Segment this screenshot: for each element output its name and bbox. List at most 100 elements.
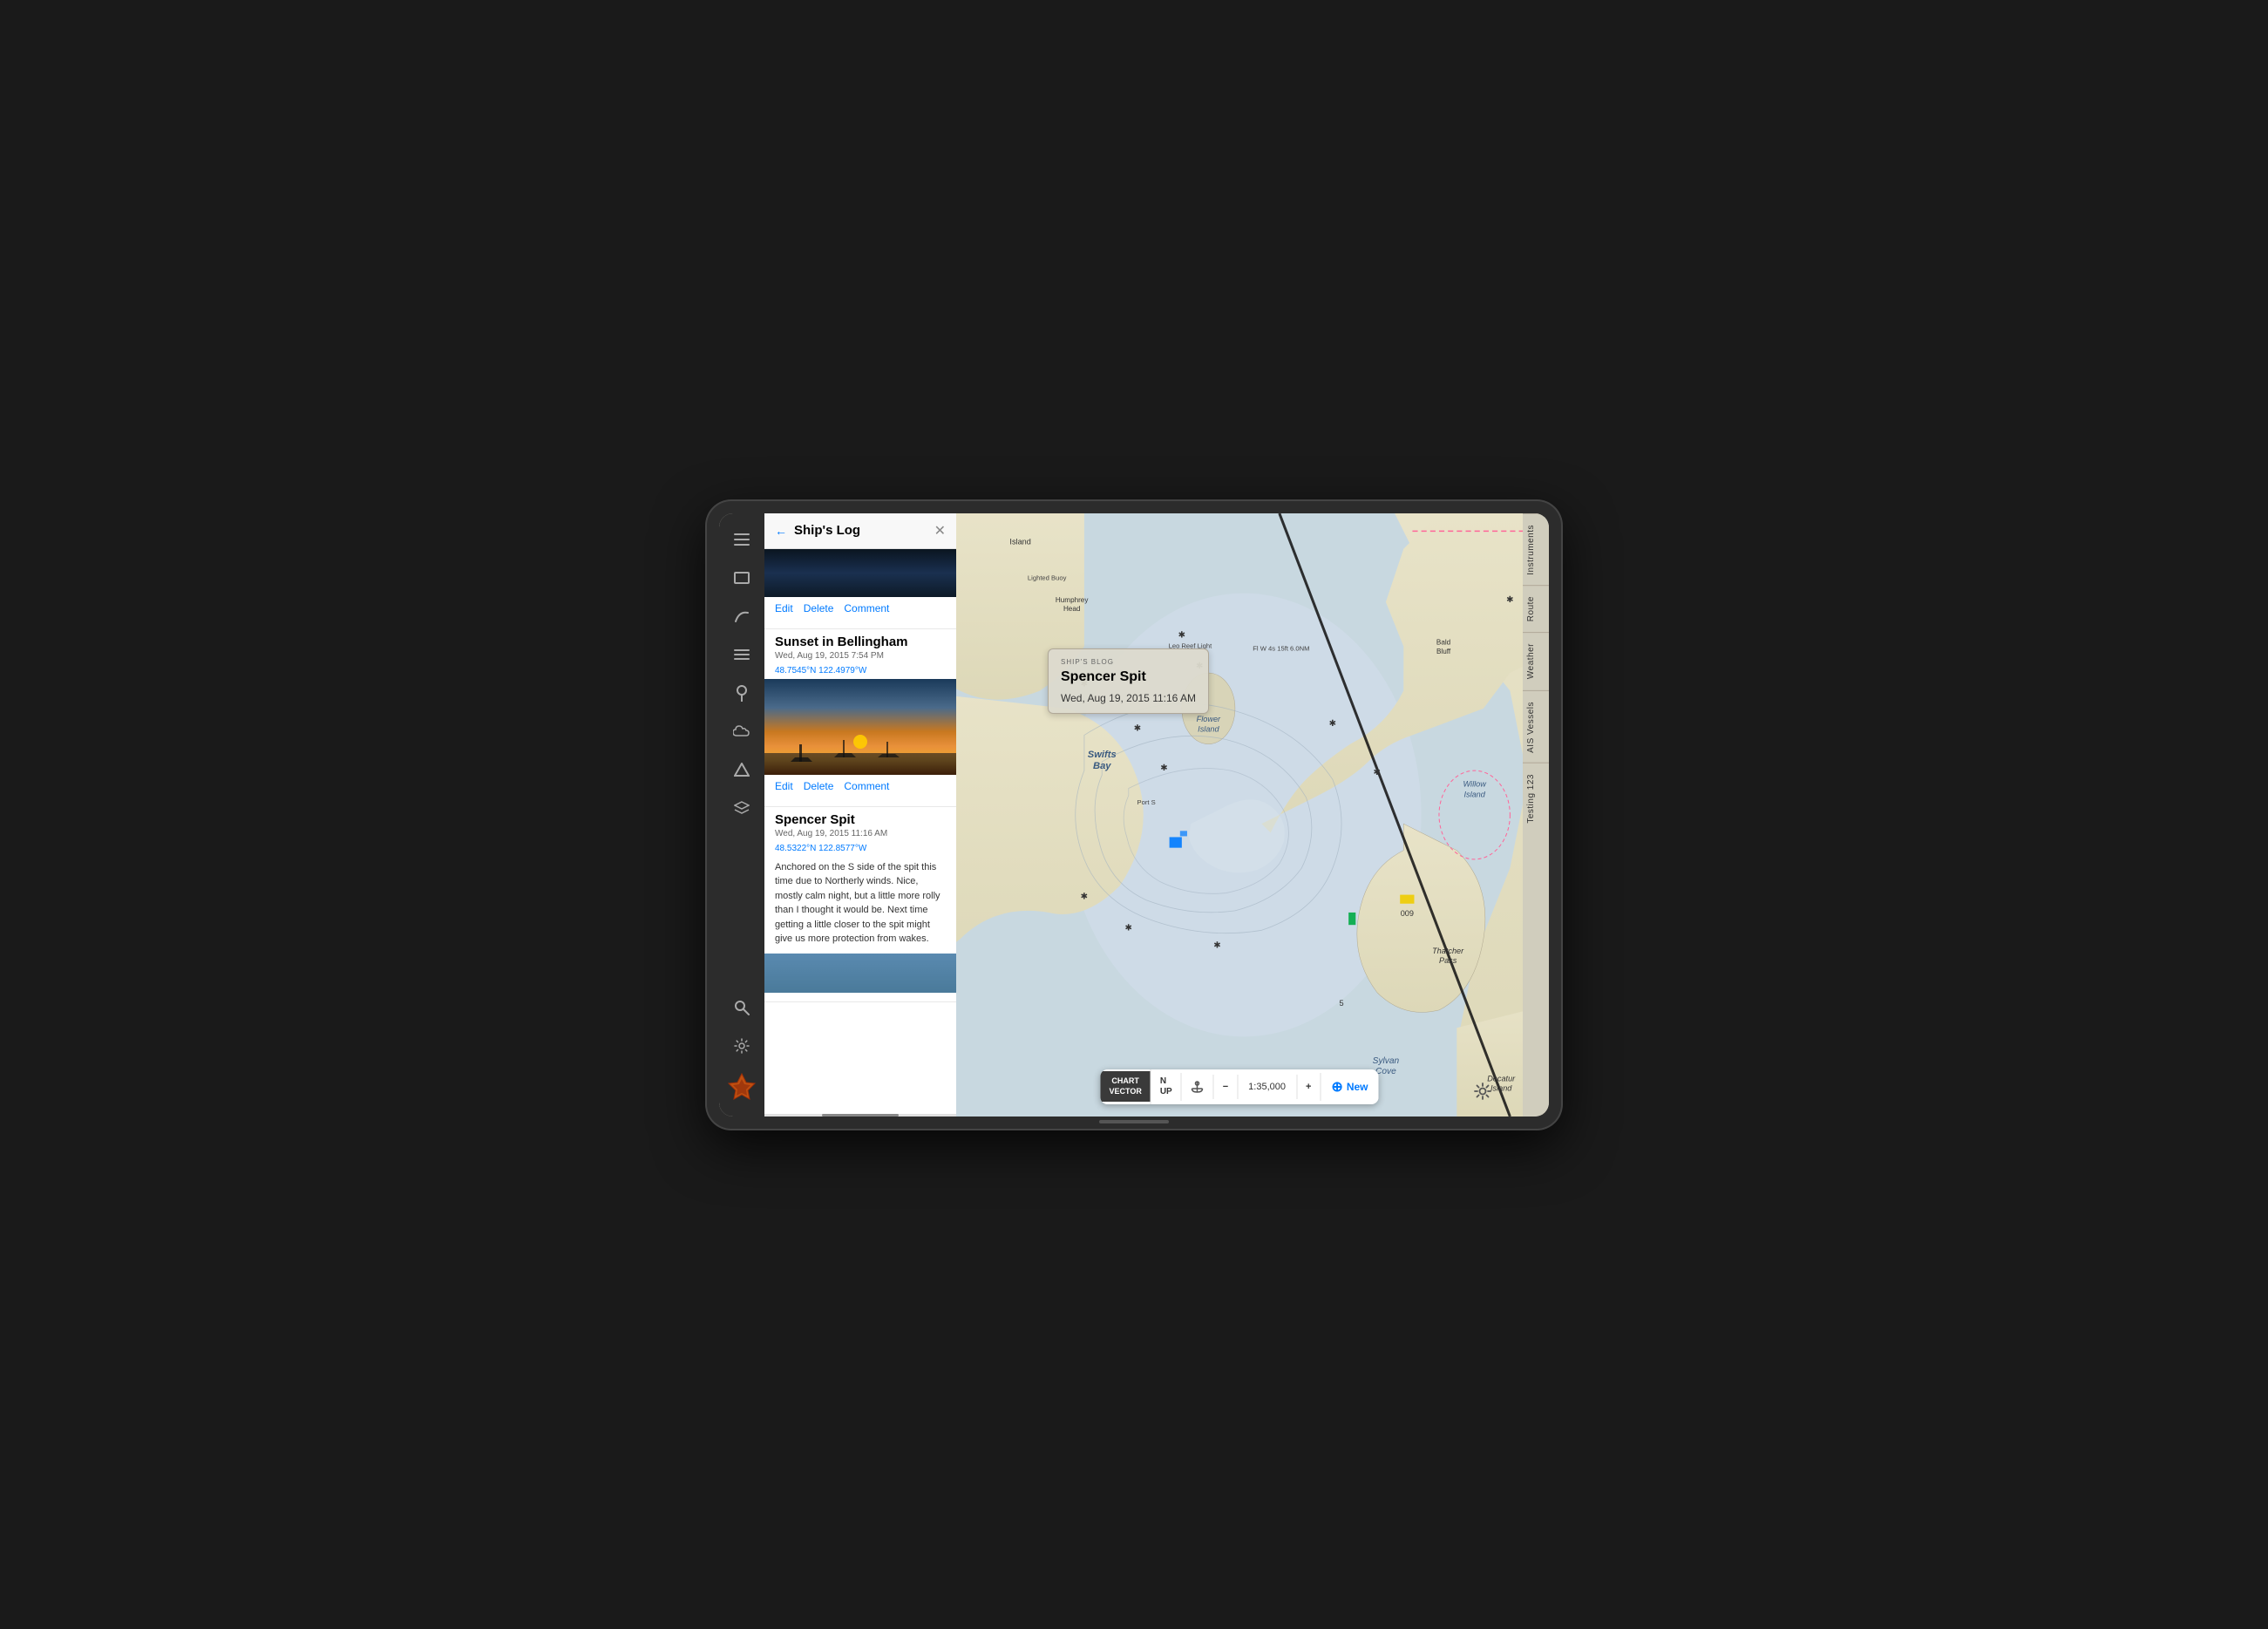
entry-2-image <box>764 679 956 775</box>
svg-text:✱: ✱ <box>1178 630 1186 640</box>
popup-date: Wed, Aug 19, 2015 11:16 AM <box>1061 692 1196 704</box>
north-up-label: N UP <box>1160 1076 1172 1097</box>
entry-3-text: Anchored on the S side of the spit this … <box>764 857 956 954</box>
entry-2-date: Wed, Aug 19, 2015 7:54 PM <box>775 651 884 661</box>
svg-text:Flower: Flower <box>1197 715 1221 723</box>
entry-2-coords: 48.7545°N 122.4979°W <box>775 666 866 675</box>
svg-text:Willow: Willow <box>1463 779 1488 788</box>
search-icon[interactable] <box>726 992 757 1023</box>
menu-icon[interactable] <box>726 524 757 555</box>
back-button[interactable]: ← <box>775 524 787 538</box>
svg-text:5: 5 <box>1339 998 1343 1007</box>
entry-2-meta: Wed, Aug 19, 2015 7:54 PM 48.7545°N 122.… <box>764 651 956 679</box>
popup-title: Spencer Spit <box>1061 669 1196 685</box>
close-button[interactable]: ✕ <box>934 522 946 540</box>
entry-3-date: Wed, Aug 19, 2015 11:16 AM <box>775 829 887 838</box>
entry-2-title: Sunset in Bellingham <box>764 629 956 651</box>
zoom-out-button[interactable]: − <box>1213 1075 1237 1099</box>
scroll-thumb <box>822 1114 899 1117</box>
stack-icon[interactable] <box>726 792 757 824</box>
rectangle-icon[interactable] <box>726 562 757 594</box>
log-panel: ← Ship's Log ✕ Edit Delete Comment <box>764 513 956 1117</box>
popup-category: SHIP'S BLOG <box>1061 658 1196 666</box>
svg-text:Head: Head <box>1063 604 1080 612</box>
svg-text:Island: Island <box>1198 724 1219 733</box>
entry-1-image <box>764 549 956 597</box>
svg-text:Humphrey: Humphrey <box>1056 595 1089 603</box>
anchor-icon-button[interactable] <box>1181 1073 1213 1101</box>
map-area[interactable]: ✱ ✱ ✱ ✱ ✱ ✱ ✱ ✱ ✱ ✱ ✱ ✱ <box>956 513 1523 1117</box>
tab-instruments[interactable]: Instruments <box>1523 513 1549 586</box>
left-sidebar <box>719 513 764 1117</box>
log-header: ← Ship's Log ✕ <box>764 513 956 549</box>
north-up-button[interactable]: N UP <box>1151 1069 1181 1104</box>
chart-type-selector[interactable]: CHART VECTOR <box>1100 1071 1150 1102</box>
svg-text:✱: ✱ <box>1506 594 1514 604</box>
chart-type-line1: CHART <box>1109 1076 1141 1087</box>
log-entry-2: Sunset in Bellingham Wed, Aug 19, 2015 7… <box>764 629 956 807</box>
entry-1-actions: Edit Delete Comment <box>764 597 956 620</box>
layers-icon[interactable] <box>726 639 757 670</box>
map-settings-icon[interactable] <box>1474 1083 1491 1104</box>
svg-text:Lighted Buoy: Lighted Buoy <box>1028 574 1067 581</box>
log-scroll-area[interactable]: Edit Delete Comment Sunset in Bellingham… <box>764 549 956 1114</box>
svg-text:Fl W 4s 15ft 6.0NM: Fl W 4s 15ft 6.0NM <box>1253 644 1309 652</box>
svg-text:✱: ✱ <box>1329 719 1337 729</box>
new-button[interactable]: ⊕ New <box>1320 1073 1378 1101</box>
nautical-chart: ✱ ✱ ✱ ✱ ✱ ✱ ✱ ✱ ✱ ✱ ✱ ✱ <box>956 513 1523 1117</box>
gear-icon[interactable] <box>726 1030 757 1062</box>
entry-2-comment[interactable]: Comment <box>844 780 889 792</box>
svg-text:✱: ✱ <box>1134 723 1142 733</box>
svg-text:✱: ✱ <box>1160 764 1168 773</box>
tab-route[interactable]: Route <box>1523 585 1549 632</box>
zoom-in-button[interactable]: + <box>1296 1075 1320 1099</box>
device-screen: ← Ship's Log ✕ Edit Delete Comment <box>719 513 1549 1117</box>
svg-text:Decatur: Decatur <box>1487 1074 1516 1083</box>
svg-text:Sylvan: Sylvan <box>1373 1055 1400 1065</box>
cloud-icon[interactable] <box>726 716 757 747</box>
entry-3-title: Spencer Spit <box>764 807 956 829</box>
tab-weather[interactable]: Weather <box>1523 632 1549 689</box>
entry-3-coords: 48.5322°N 122.8577°W <box>775 844 866 853</box>
map-toolbar: CHART VECTOR N UP − <box>1100 1069 1378 1104</box>
svg-text:009: 009 <box>1401 909 1414 918</box>
entry-1-comment[interactable]: Comment <box>844 602 889 614</box>
new-plus-icon: ⊕ <box>1331 1078 1342 1096</box>
scroll-indicator <box>764 1114 956 1117</box>
entry-3-image <box>764 954 956 993</box>
svg-text:Thatcher: Thatcher <box>1432 946 1464 954</box>
triangle-icon[interactable] <box>726 754 757 785</box>
svg-text:✱: ✱ <box>1081 892 1089 901</box>
svg-text:✱: ✱ <box>1125 923 1133 933</box>
entry-2-edit[interactable]: Edit <box>775 780 793 792</box>
entry-2-actions: Edit Delete Comment <box>764 775 956 798</box>
svg-text:✱: ✱ <box>1373 768 1381 777</box>
tab-testing[interactable]: Testing 123 <box>1523 763 1549 834</box>
entry-2-delete[interactable]: Delete <box>804 780 834 792</box>
entry-3-meta: Wed, Aug 19, 2015 11:16 AM 48.5322°N 122… <box>764 829 956 857</box>
entry-1-edit[interactable]: Edit <box>775 602 793 614</box>
tab-ais-vessels[interactable]: AIS Vessels <box>1523 690 1549 764</box>
svg-text:Swifts: Swifts <box>1088 749 1117 759</box>
svg-text:Island: Island <box>1490 1083 1512 1092</box>
curve-icon[interactable] <box>726 601 757 632</box>
svg-text:Pass: Pass <box>1439 955 1457 964</box>
map-popup[interactable]: SHIP'S BLOG Spencer Spit Wed, Aug 19, 20… <box>1048 648 1209 714</box>
home-bar <box>1099 1120 1169 1123</box>
svg-text:Bluff: Bluff <box>1436 647 1451 655</box>
log-entry-1: Edit Delete Comment <box>764 549 956 629</box>
zoom-scale: 1:35,000 <box>1237 1075 1296 1099</box>
chart-type-line2: VECTOR <box>1109 1087 1141 1097</box>
pin-icon[interactable] <box>726 677 757 709</box>
entry-1-delete[interactable]: Delete <box>804 602 834 614</box>
log-title: Ship's Log <box>794 523 927 538</box>
svg-text:Port S: Port S <box>1137 798 1156 805</box>
log-entry-3: Spencer Spit Wed, Aug 19, 2015 11:16 AM … <box>764 807 956 1002</box>
main-content: ← Ship's Log ✕ Edit Delete Comment <box>764 513 1549 1117</box>
svg-text:Bald: Bald <box>1436 638 1450 646</box>
new-label: New <box>1347 1081 1368 1093</box>
device-frame: ← Ship's Log ✕ Edit Delete Comment <box>707 501 1561 1129</box>
right-tabs: Instruments Route Weather AIS Vessels Te… <box>1523 513 1549 1117</box>
svg-text:Island: Island <box>1009 537 1030 546</box>
svg-text:Island: Island <box>1463 790 1485 798</box>
